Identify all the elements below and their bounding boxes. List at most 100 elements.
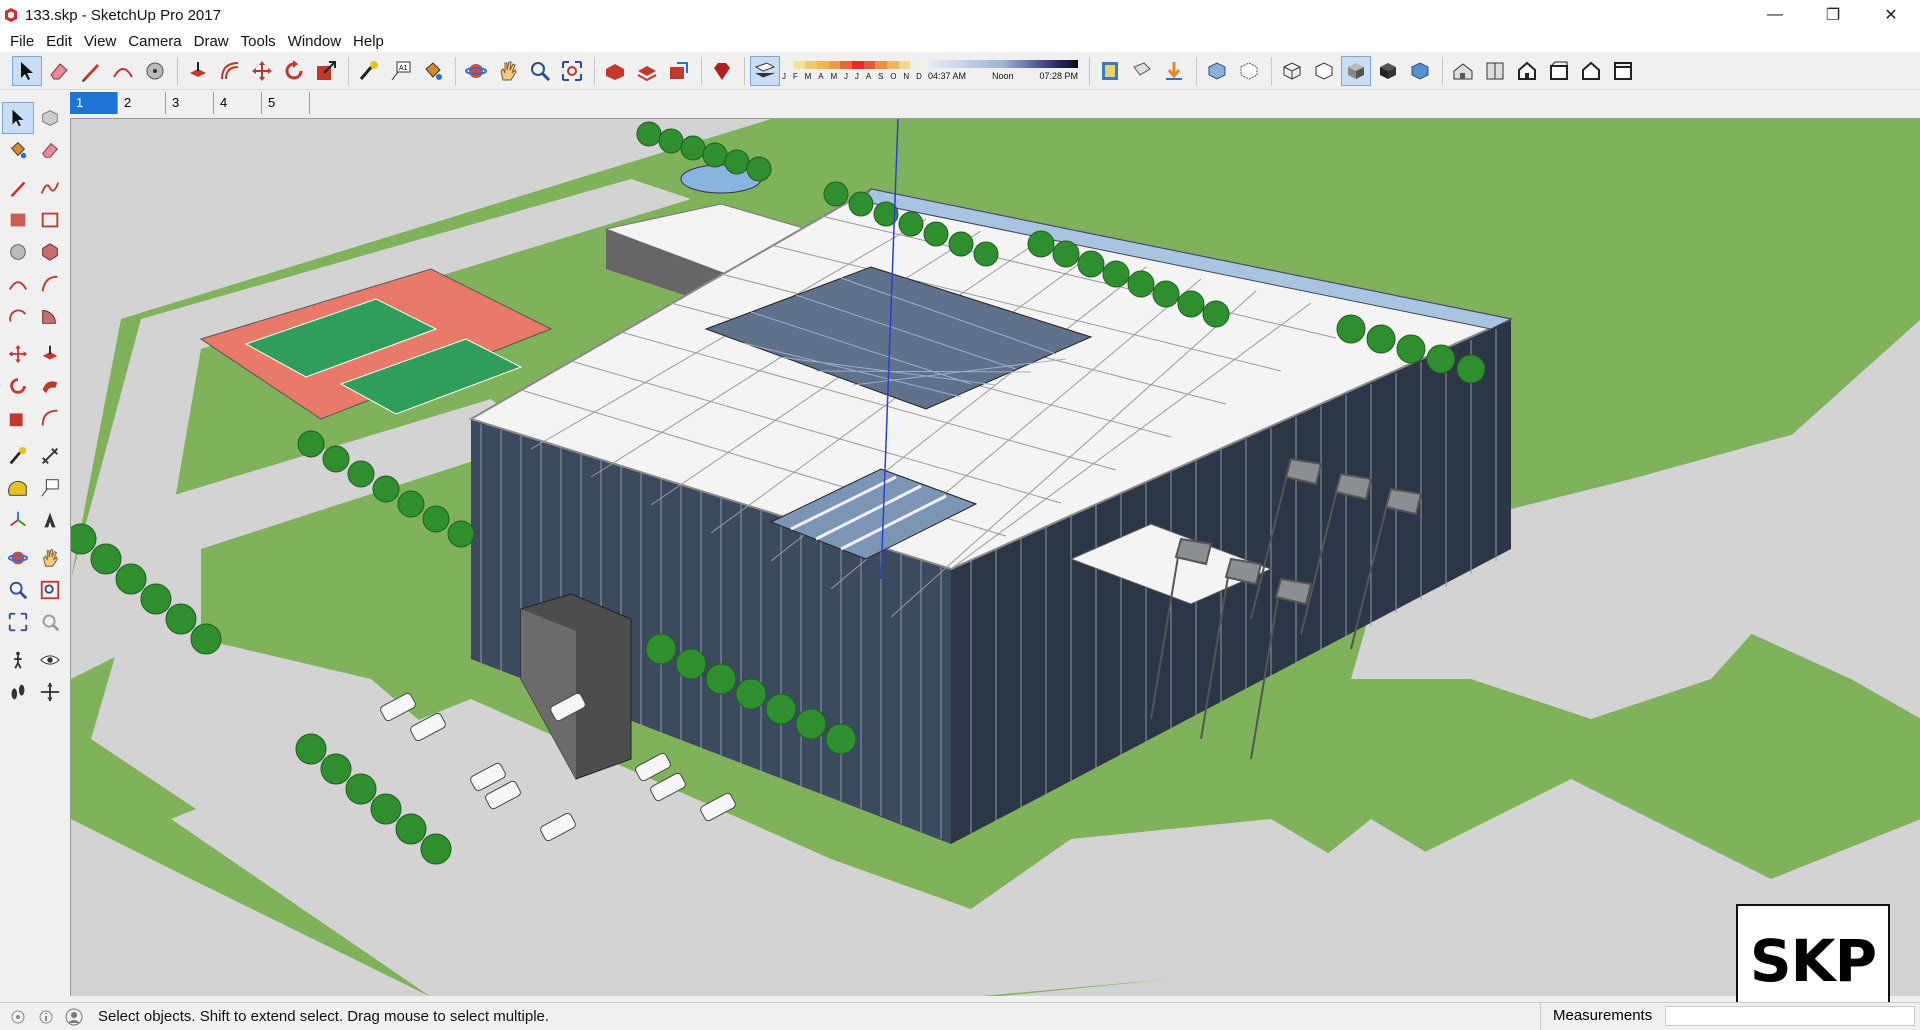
text-tool-button[interactable]: A1 [386, 56, 416, 86]
lt-zoom-button[interactable] [2, 574, 34, 606]
scene-tab-5[interactable]: 5 [262, 92, 310, 114]
menu-draw[interactable]: Draw [188, 33, 235, 50]
back-view-button[interactable] [1576, 56, 1606, 86]
lt-pie-button[interactable] [34, 300, 66, 332]
xray-button[interactable] [1202, 56, 1232, 86]
credits-info-icon[interactable] [36, 1007, 56, 1027]
select-tool-button[interactable] [12, 55, 42, 86]
lt-rotated-rect-button[interactable] [34, 204, 66, 236]
lt-rectangle-button[interactable] [2, 204, 34, 236]
time-gradient-bar [928, 60, 1078, 68]
top-view-button[interactable] [1480, 56, 1510, 86]
menu-view[interactable]: View [78, 33, 122, 50]
extension-warehouse-button[interactable] [664, 56, 694, 86]
section-plane-button[interactable] [1127, 56, 1157, 86]
lt-push-pull-button[interactable] [34, 338, 66, 370]
lt-tape-measure-button[interactable] [2, 440, 34, 472]
paint-bucket-button[interactable] [418, 56, 448, 86]
lt-protractor-button[interactable] [2, 472, 34, 504]
orbit-tool-button[interactable] [461, 56, 491, 86]
menu-file[interactable]: File [4, 33, 40, 50]
lt-zoom-window-button[interactable] [34, 574, 66, 606]
line-tool-button[interactable] [76, 56, 106, 86]
import-button[interactable] [1159, 56, 1189, 86]
lt-circle-button[interactable] [2, 236, 34, 268]
user-account-icon[interactable] [64, 1007, 84, 1027]
model-viewport[interactable] [70, 118, 1920, 996]
lt-select-button[interactable] [2, 102, 34, 134]
lt-follow-me-button[interactable] [34, 370, 66, 402]
shadow-date-slider[interactable]: J F M A M J J A S O N D [782, 55, 923, 87]
rotate-tool-button[interactable] [279, 56, 309, 86]
scale-tool-button[interactable] [311, 56, 341, 86]
lt-3d-text-button[interactable] [34, 504, 66, 536]
close-button[interactable]: ✕ [1862, 0, 1920, 30]
month-label: O [890, 71, 897, 81]
window-title: 133.skp - SketchUp Pro 2017 [25, 6, 221, 24]
scene-tab-2[interactable]: 2 [118, 92, 166, 114]
lt-paint-bucket-button[interactable] [2, 134, 34, 166]
lt-2point-arc-button[interactable] [34, 268, 66, 300]
lt-eraser-button[interactable] [34, 134, 66, 166]
move-tool-button[interactable] [247, 56, 277, 86]
eraser-tool-button[interactable] [44, 56, 74, 86]
hidden-line-button[interactable] [1309, 56, 1339, 86]
shadow-time-slider[interactable]: 04:37 AM Noon 07:28 PM [928, 55, 1078, 87]
offset-tool-button[interactable] [215, 56, 245, 86]
monochrome-button[interactable] [1405, 56, 1435, 86]
tape-measure-button[interactable] [354, 56, 384, 86]
lt-axes-button[interactable] [2, 504, 34, 536]
lt-offset-button[interactable] [34, 402, 66, 434]
lt-move-button[interactable] [2, 338, 34, 370]
menu-window[interactable]: Window [282, 33, 347, 50]
lt-dimension-button[interactable] [34, 440, 66, 472]
front-view-button[interactable] [1512, 56, 1542, 86]
menu-tools[interactable]: Tools [235, 33, 282, 50]
lt-zoom-extents-button[interactable] [2, 606, 34, 638]
menu-help[interactable]: Help [347, 33, 390, 50]
lt-polygon-button[interactable] [34, 236, 66, 268]
lt-rotate-button[interactable] [2, 370, 34, 402]
arc-tool-button[interactable] [108, 56, 138, 86]
lt-look-around-button[interactable] [34, 644, 66, 676]
push-pull-tool-button[interactable] [183, 56, 213, 86]
lt-make-component-button[interactable] [34, 102, 66, 134]
lt-position-camera-button[interactable] [2, 644, 34, 676]
scene-tab-1[interactable]: 1 [70, 92, 118, 114]
shaded-button[interactable] [1341, 55, 1371, 86]
lt-line-button[interactable] [2, 172, 34, 204]
menu-edit[interactable]: Edit [40, 33, 78, 50]
iso-view-button[interactable] [1448, 56, 1478, 86]
lt-previous-view-button[interactable] [34, 606, 66, 638]
shapes-tool-button[interactable] [140, 56, 170, 86]
lt-scale-button[interactable] [2, 402, 34, 434]
lt-text-button[interactable] [34, 472, 66, 504]
lt-freehand-button[interactable] [34, 172, 66, 204]
measurements-input[interactable] [1665, 1006, 1915, 1026]
minimize-button[interactable]: — [1746, 0, 1804, 30]
share-model-button[interactable] [632, 56, 662, 86]
zoom-tool-button[interactable] [525, 56, 555, 86]
pan-tool-button[interactable] [493, 56, 523, 86]
ruby-console-button[interactable] [707, 56, 737, 86]
lt-3point-arc-button[interactable] [2, 300, 34, 332]
maximize-button[interactable]: ❐ [1804, 0, 1862, 30]
layout-button[interactable] [1095, 56, 1125, 86]
lt-orbit-button[interactable] [2, 542, 34, 574]
right-view-button[interactable] [1544, 56, 1574, 86]
back-edges-button[interactable] [1234, 56, 1264, 86]
menu-camera[interactable]: Camera [122, 33, 187, 50]
scene-tab-3[interactable]: 3 [166, 92, 214, 114]
lt-section-plane-button[interactable] [34, 676, 66, 708]
lt-pan-button[interactable] [34, 542, 66, 574]
geo-location-icon[interactable] [8, 1007, 28, 1027]
zoom-extents-button[interactable] [557, 56, 587, 86]
warehouse-button[interactable] [600, 56, 630, 86]
lt-arc-button[interactable] [2, 268, 34, 300]
lt-walk-button[interactable] [2, 676, 34, 708]
shaded-textures-button[interactable] [1373, 56, 1403, 86]
left-view-button[interactable] [1608, 56, 1638, 86]
shadows-toggle-button[interactable] [750, 55, 780, 86]
wireframe-button[interactable] [1277, 56, 1307, 86]
scene-tab-4[interactable]: 4 [214, 92, 262, 114]
